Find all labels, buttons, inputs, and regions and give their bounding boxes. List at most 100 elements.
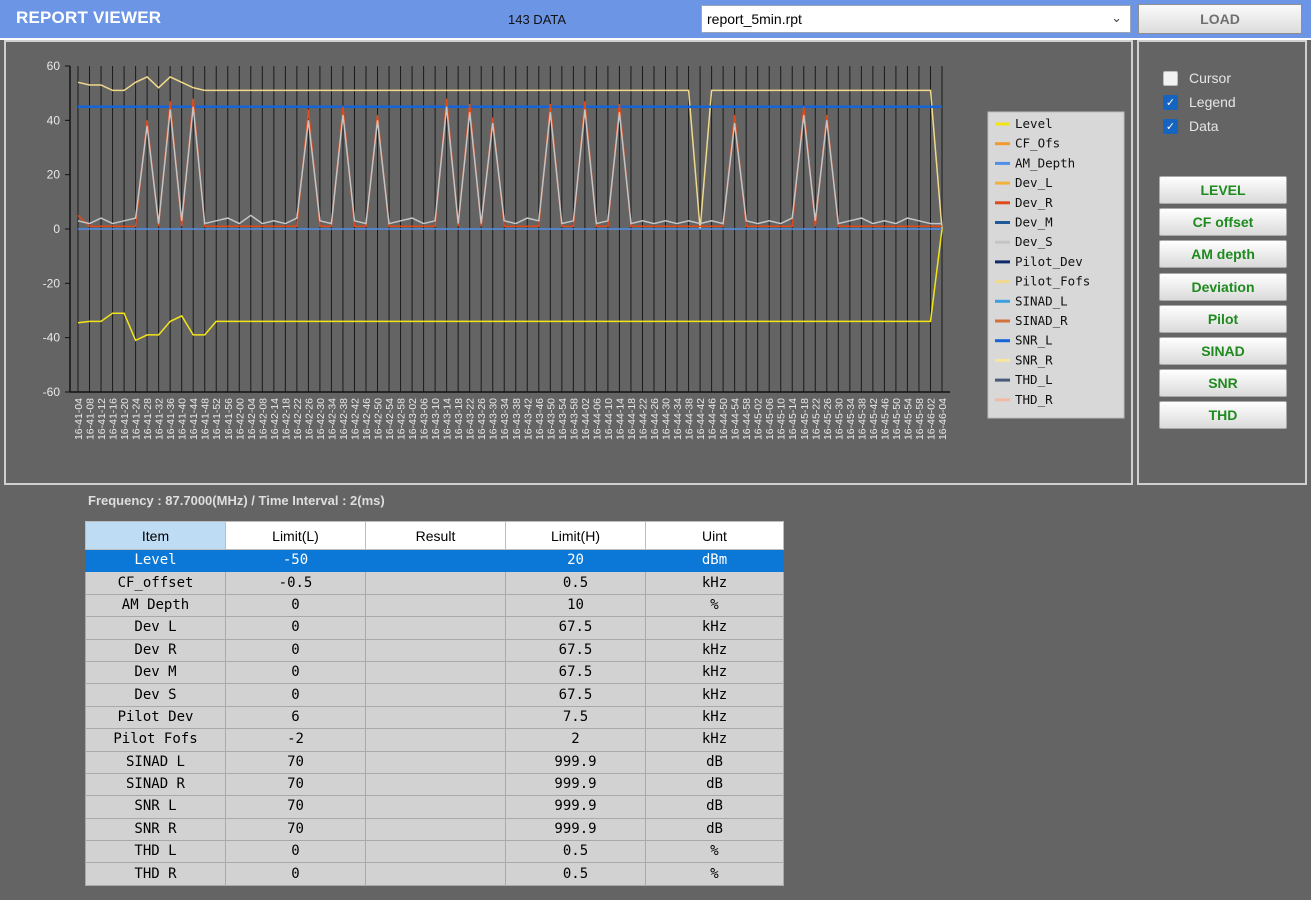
legend-entry: Level — [1015, 116, 1053, 131]
legend-entry: SNR_R — [1015, 352, 1053, 367]
x-tick-label: 16-42-14 — [269, 398, 281, 440]
x-tick-label: 16-44-22 — [637, 398, 649, 440]
x-tick-label: 16-45-02 — [753, 398, 765, 440]
view-sinad-button[interactable]: SINAD — [1159, 337, 1287, 365]
table-cell: CF_offset — [85, 571, 226, 595]
table-cell: dBm — [645, 548, 784, 573]
table-row[interactable]: THD R 0 0.5% — [85, 862, 784, 886]
x-tick-label: 16-44-02 — [580, 398, 592, 440]
table-row[interactable]: Dev R 0 67.5 kHz — [85, 638, 784, 662]
option-label: Legend — [1189, 94, 1236, 110]
table-row[interactable]: SINAD L 70 999.9 dB — [85, 750, 784, 774]
legend-entry: THD_L — [1015, 372, 1053, 387]
table-row[interactable]: Pilot Dev 6 7.5 kHz — [85, 705, 784, 730]
x-tick-label: 16-43-22 — [465, 398, 477, 440]
view-pilot-button[interactable]: Pilot — [1159, 304, 1287, 333]
x-tick-label: 16-44-50 — [718, 398, 730, 440]
legend-entry: Dev_M — [1015, 215, 1053, 230]
chart-panel: 60 40 20 0 -20 -40 -60 16-41-04 16-41-08 16-41-12… — [4, 40, 1133, 485]
x-tick-label: 16-43-46 — [534, 398, 546, 440]
frequency-info: Frequency : 87.7000(MHz) / Time Interval… — [88, 493, 385, 508]
checkbox-empty-icon[interactable] — [1163, 71, 1178, 86]
x-tick-label: 16-43-42 — [522, 398, 534, 440]
column-header-uint[interactable]: Uint — [645, 521, 784, 550]
x-tick-label: 16-44-38 — [684, 398, 696, 440]
x-tick-label: 16-41-40 — [177, 398, 189, 440]
table-cell: dB — [645, 750, 784, 774]
table-row[interactable]: Dev L 0 67.5 kHz — [85, 616, 784, 640]
x-tick-label: 16-43-06 — [419, 398, 431, 440]
table-cell: 0 — [225, 683, 366, 707]
x-tick-label: 16-43-26 — [476, 398, 488, 440]
table-cell: 0 — [225, 862, 366, 886]
checkmark-icon[interactable]: ✓ — [1163, 119, 1178, 134]
x-tick-label: 16-44-10 — [603, 398, 615, 440]
table-row[interactable]: Dev S 0 67.5 kHz — [85, 683, 784, 707]
report-file-dropdown[interactable]: report_5min.rpt ⌄ — [701, 5, 1131, 33]
x-tick-label: 16-45-06 — [764, 398, 776, 440]
x-tick-label: 16-44-58 — [741, 398, 753, 440]
table-row[interactable]: SNR R 70 999.9 dB — [85, 817, 784, 842]
table-cell: 20 — [505, 548, 646, 573]
x-tick-label: 16-44-18 — [626, 398, 638, 440]
table-cell: 999.9 — [505, 750, 646, 774]
table-cell: 70 — [225, 817, 366, 842]
x-tick-label: 16-44-14 — [614, 398, 626, 440]
chevron-down-icon[interactable]: ⌄ — [1111, 10, 1122, 26]
title-bar: REPORT VIEWER 143 DATA report_5min.rpt ⌄… — [0, 0, 1311, 40]
legend-entry: Pilot_Dev — [1015, 254, 1083, 269]
table-cell: 70 — [225, 750, 366, 774]
table-row[interactable]: CF_offset -0.5 0.5 kHz — [85, 571, 784, 595]
view-cf-offset-button[interactable]: CF offset — [1159, 208, 1287, 237]
table-row[interactable]: AM Depth 0 10% — [85, 593, 784, 618]
table-cell: 0 — [225, 840, 366, 864]
column-header-item[interactable]: Item — [85, 521, 226, 550]
x-tick-label: 16-43-54 — [557, 398, 569, 440]
table-row[interactable]: SINAD R 70 999.9 dB — [85, 772, 784, 797]
table-cell: % — [645, 840, 784, 864]
x-tick-label: 16-43-02 — [407, 398, 419, 440]
table-cell: Pilot Fofs — [85, 728, 226, 752]
view-deviation-button[interactable]: Deviation — [1159, 272, 1287, 301]
table-row[interactable]: Pilot Fofs -2 2 kHz — [85, 728, 784, 752]
table-cell: Pilot Dev — [85, 705, 226, 730]
legend-entry: THD_R — [1015, 392, 1053, 407]
legend-entry: Dev_R — [1015, 195, 1053, 210]
table-cell: 0 — [225, 660, 366, 685]
column-header-limitl[interactable]: Limit(L) — [225, 521, 366, 550]
x-tick-label: 16-41-08 — [85, 398, 97, 440]
column-header-result[interactable]: Result — [365, 521, 506, 550]
table-cell — [365, 683, 506, 707]
column-header-limith[interactable]: Limit(H) — [505, 521, 646, 550]
x-tick-label: 16-41-48 — [200, 398, 212, 440]
table-cell: 0 — [225, 593, 366, 618]
x-tick-label: 16-45-42 — [868, 398, 880, 440]
view-am-depth-button[interactable]: AM depth — [1159, 240, 1287, 269]
x-tick-label: 16-43-50 — [545, 398, 557, 440]
legend-entry: Pilot_Fofs — [1015, 274, 1090, 289]
x-tick-label: 16-42-34 — [326, 398, 338, 440]
option-label: Data — [1189, 118, 1219, 134]
view-thd-button[interactable]: THD — [1159, 401, 1287, 430]
x-tick-label: 16-42-38 — [338, 398, 350, 440]
view-snr-button[interactable]: SNR — [1159, 369, 1287, 398]
view-level-button[interactable]: LEVEL — [1159, 176, 1287, 204]
table-cell: kHz — [645, 638, 784, 662]
x-tick-label: 16-43-58 — [568, 398, 580, 440]
table-cell: kHz — [645, 660, 784, 685]
x-tick-label: 16-44-26 — [649, 398, 661, 440]
x-tick-label: 16-45-34 — [845, 398, 857, 440]
table-cell: THD L — [85, 840, 226, 864]
table-cell: 999.9 — [505, 817, 646, 842]
table-row[interactable]: THD L 0 0.5% — [85, 840, 784, 864]
report-chart: 60 40 20 0 -20 -40 -60 16-41-04 16-41-08 16-41-12… — [43, 59, 1125, 440]
table-row[interactable]: SNR L 70 999.9 dB — [85, 795, 784, 819]
table-row[interactable]: Dev M 0 67.5 kHz — [85, 660, 784, 685]
load-button[interactable]: LOAD — [1138, 4, 1302, 34]
table-cell: 6 — [225, 705, 366, 730]
table-cell: 0.5 — [505, 571, 646, 595]
table-row[interactable]: Level -50 20 dBm — [85, 548, 784, 573]
table-cell — [365, 593, 506, 618]
x-tick-label: 16-42-46 — [361, 398, 373, 440]
checkmark-icon[interactable]: ✓ — [1163, 95, 1178, 110]
